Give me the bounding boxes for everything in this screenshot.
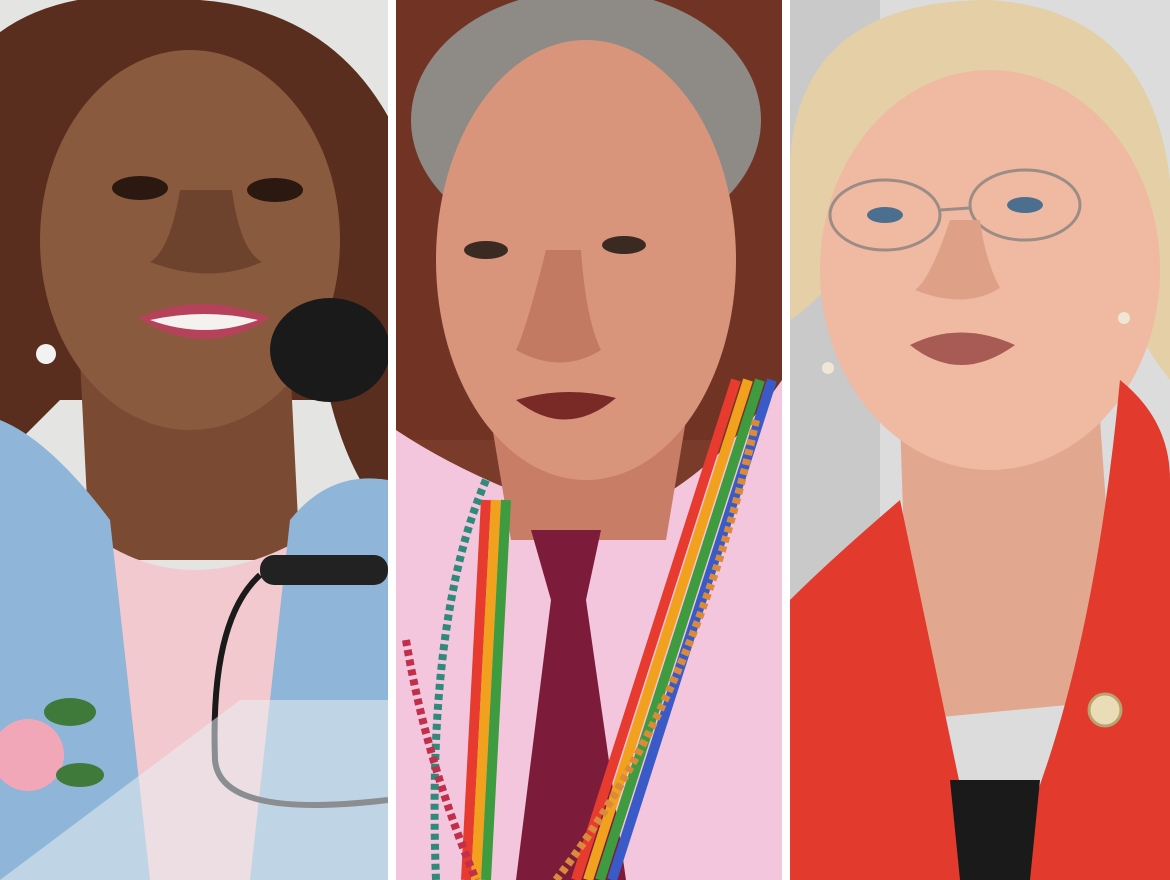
photo-panel-left [0, 0, 388, 880]
portrait-man-rainbow-lanyard [396, 0, 782, 880]
photo-collage [0, 0, 1170, 880]
portrait-woman-red-jacket [790, 0, 1170, 880]
photo-panel-center [396, 0, 782, 880]
photo-panel-right [790, 0, 1170, 880]
portrait-woman-microphone [0, 0, 388, 880]
